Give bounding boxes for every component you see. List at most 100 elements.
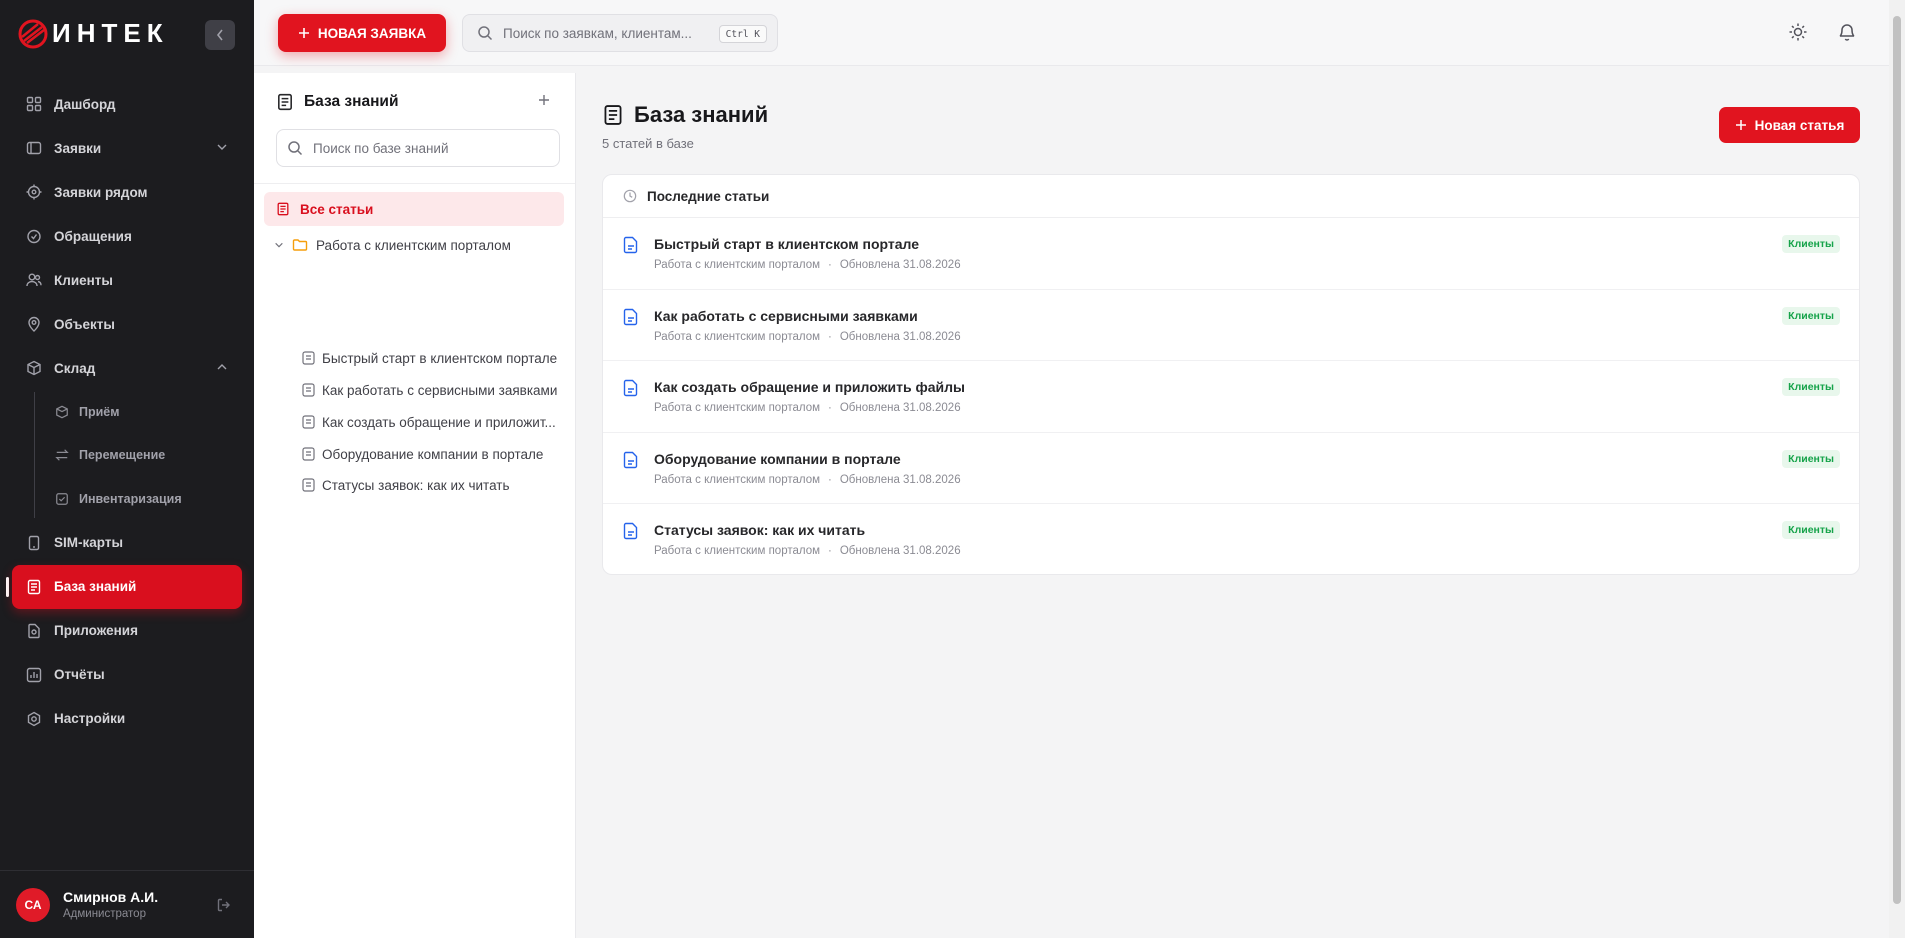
- article-title[interactable]: Статусы заявок: как их читать: [654, 522, 865, 538]
- tree-article[interactable]: Как работать с сервисными заявками: [302, 378, 557, 402]
- article-row[interactable]: Оборудование компании в портале Работа с…: [603, 433, 1859, 504]
- chevron-up-icon[interactable]: [216, 361, 228, 373]
- article-title[interactable]: Как работать с сервисными заявками: [654, 308, 918, 324]
- chevron-down-icon[interactable]: [274, 240, 284, 250]
- page-scrollbar[interactable]: [1889, 0, 1905, 938]
- sidebar-item-knowledge-base[interactable]: База знаний: [12, 564, 242, 609]
- sidebar-item-label: Приложения: [54, 623, 138, 638]
- book-icon: [604, 105, 622, 125]
- article-category: Работа с клиентским порталом: [654, 402, 821, 414]
- sidebar-subitem-transfer[interactable]: Перемещение: [0, 434, 254, 478]
- document-icon: [302, 478, 315, 492]
- tree-article[interactable]: Оборудование компании в портале: [302, 442, 543, 466]
- all-articles-item[interactable]: Все статьи: [264, 192, 564, 226]
- sidebar-item-dashboard[interactable]: Дашборд: [0, 82, 254, 126]
- folder-icon: [292, 239, 308, 251]
- sidebar-item-settings[interactable]: Настройки: [0, 697, 254, 741]
- user-profile[interactable]: СА Смирнов А.И. Администратор: [0, 870, 254, 938]
- article-updated: Обновлена 31.08.2026: [839, 545, 961, 557]
- sidebar-item-label: SIM-карты: [54, 535, 123, 550]
- document-icon: [302, 415, 315, 429]
- tree-article[interactable]: Быстрый старт в клиентском портале: [302, 346, 557, 370]
- tree-article-label: Как работать с сервисными заявками: [322, 382, 558, 398]
- sidebar-item-requests[interactable]: Заявки: [0, 126, 254, 170]
- sidebar-subitem-receiving[interactable]: Приём: [0, 390, 254, 434]
- add-folder-icon[interactable]: [537, 93, 551, 107]
- article-row[interactable]: Как создать обращение и приложить файлы …: [603, 361, 1859, 433]
- recent-articles-card: Последние статьи Быстрый старт в клиентс…: [602, 174, 1860, 575]
- new-request-button[interactable]: НОВАЯ ЗАЯВКА: [278, 14, 446, 52]
- article-updated: Обновлена 31.08.2026: [839, 402, 961, 414]
- chevron-left-icon: [216, 29, 223, 41]
- scrollbar-thumb[interactable]: [1893, 16, 1901, 904]
- sidebar-subitem-label: Перемещение: [79, 448, 166, 463]
- tree-folder[interactable]: Работа с клиентским порталом: [274, 233, 511, 257]
- sidebar-item-reports[interactable]: Отчёты: [0, 653, 254, 697]
- page-title: База знаний: [602, 102, 768, 128]
- tree-article[interactable]: Как создать обращение и приложит...: [302, 410, 556, 434]
- sidebar-item-objects[interactable]: Объекты: [0, 302, 254, 346]
- article-title[interactable]: Оборудование компании в портале: [654, 451, 901, 467]
- sidebar-nav: Дашборд Заявки Заявки рядом Обращения Кл…: [0, 82, 254, 741]
- chart-icon: [26, 667, 42, 682]
- tree-article-label: Быстрый старт в клиентском портале: [322, 350, 558, 366]
- article-category: Работа с клиентским порталом: [654, 473, 821, 486]
- sidebar-subitem-inventory[interactable]: Инвентаризация: [0, 477, 254, 521]
- document-icon: [623, 522, 638, 540]
- sidebar-item-appeals[interactable]: Обращения: [0, 214, 254, 258]
- book-icon: [27, 579, 41, 594]
- dashboard-icon: [26, 96, 42, 112]
- global-search-input[interactable]: Поиск по заявкам, клиентам... Ctrl K: [462, 14, 778, 52]
- card-header: Последние статьи: [603, 175, 1859, 218]
- sidebar-item-label: Дашборд: [54, 96, 116, 112]
- audience-badge: Клиенты: [1782, 235, 1840, 253]
- sun-icon[interactable]: [1788, 22, 1808, 42]
- sidebar-item-label: Отчёты: [54, 667, 105, 682]
- sidebar-item-applications[interactable]: Приложения: [0, 609, 254, 653]
- article-row[interactable]: Статусы заявок: как их читать Работа с к…: [603, 504, 1859, 576]
- tree-article[interactable]: Статусы заявок: как их читать: [302, 473, 510, 497]
- audience-badge: Клиенты: [1782, 378, 1840, 396]
- sidebar-item-label: Заявки рядом: [54, 184, 148, 200]
- audience-badge: Клиенты: [1782, 449, 1840, 468]
- target-icon: [26, 184, 42, 200]
- tree-article-label: Как создать обращение и приложит...: [322, 414, 556, 430]
- box-icon: [27, 360, 41, 376]
- article-count: 5 статей в базе: [602, 136, 694, 151]
- sidebar-item-warehouse[interactable]: Склад: [0, 346, 254, 390]
- collapse-sidebar-button[interactable]: [205, 20, 235, 50]
- sidebar-item-clients[interactable]: Клиенты: [0, 258, 254, 302]
- appeal-icon: [27, 229, 41, 244]
- logo-text: ИНТЕК: [52, 18, 169, 48]
- article-title[interactable]: Как создать обращение и приложить файлы: [654, 379, 965, 395]
- chevron-down-icon[interactable]: [216, 141, 228, 153]
- knowledge-search-input[interactable]: Поиск по базе знаний: [276, 129, 560, 167]
- card-title: Последние статьи: [647, 188, 770, 204]
- sidebar-item-requests-nearby[interactable]: Заявки рядом: [0, 170, 254, 214]
- article-category: Работа с клиентским порталом: [654, 545, 821, 557]
- shortcut-hint: Ctrl K: [718, 25, 767, 43]
- clock-icon: [623, 189, 637, 203]
- search-placeholder: Поиск по базе знаний: [313, 140, 449, 156]
- article-title[interactable]: Быстрый старт в клиентском портале: [654, 236, 919, 252]
- document-icon: [623, 308, 638, 325]
- document-icon: [623, 236, 638, 254]
- article-row[interactable]: Как работать с сервисными заявками Работ…: [603, 290, 1859, 361]
- article-category: Работа с клиентским порталом: [654, 330, 821, 343]
- knowledge-tree-panel: База знаний Поиск по базе знаний Все ста…: [254, 73, 576, 938]
- logo[interactable]: ИНТЕК: [18, 18, 169, 49]
- document-icon: [302, 383, 315, 397]
- book-icon: [277, 202, 289, 216]
- logout-icon[interactable]: [216, 897, 232, 913]
- sidebar-item-label: Объекты: [54, 316, 115, 332]
- sidebar-item-label: Обращения: [54, 228, 132, 244]
- new-article-button[interactable]: Новая статья: [1719, 107, 1860, 143]
- avatar: СА: [16, 887, 50, 922]
- bell-icon[interactable]: [1837, 22, 1857, 42]
- sidebar-item-sim-cards[interactable]: SIM-карты: [0, 521, 254, 565]
- topbar: НОВАЯ ЗАЯВКА Поиск по заявкам, клиентам.…: [254, 0, 1889, 66]
- article-row[interactable]: Быстрый старт в клиентском портале Работ…: [603, 218, 1859, 290]
- document-icon: [623, 379, 638, 397]
- user-role: Администратор: [63, 908, 146, 920]
- plus-icon: [298, 28, 309, 38]
